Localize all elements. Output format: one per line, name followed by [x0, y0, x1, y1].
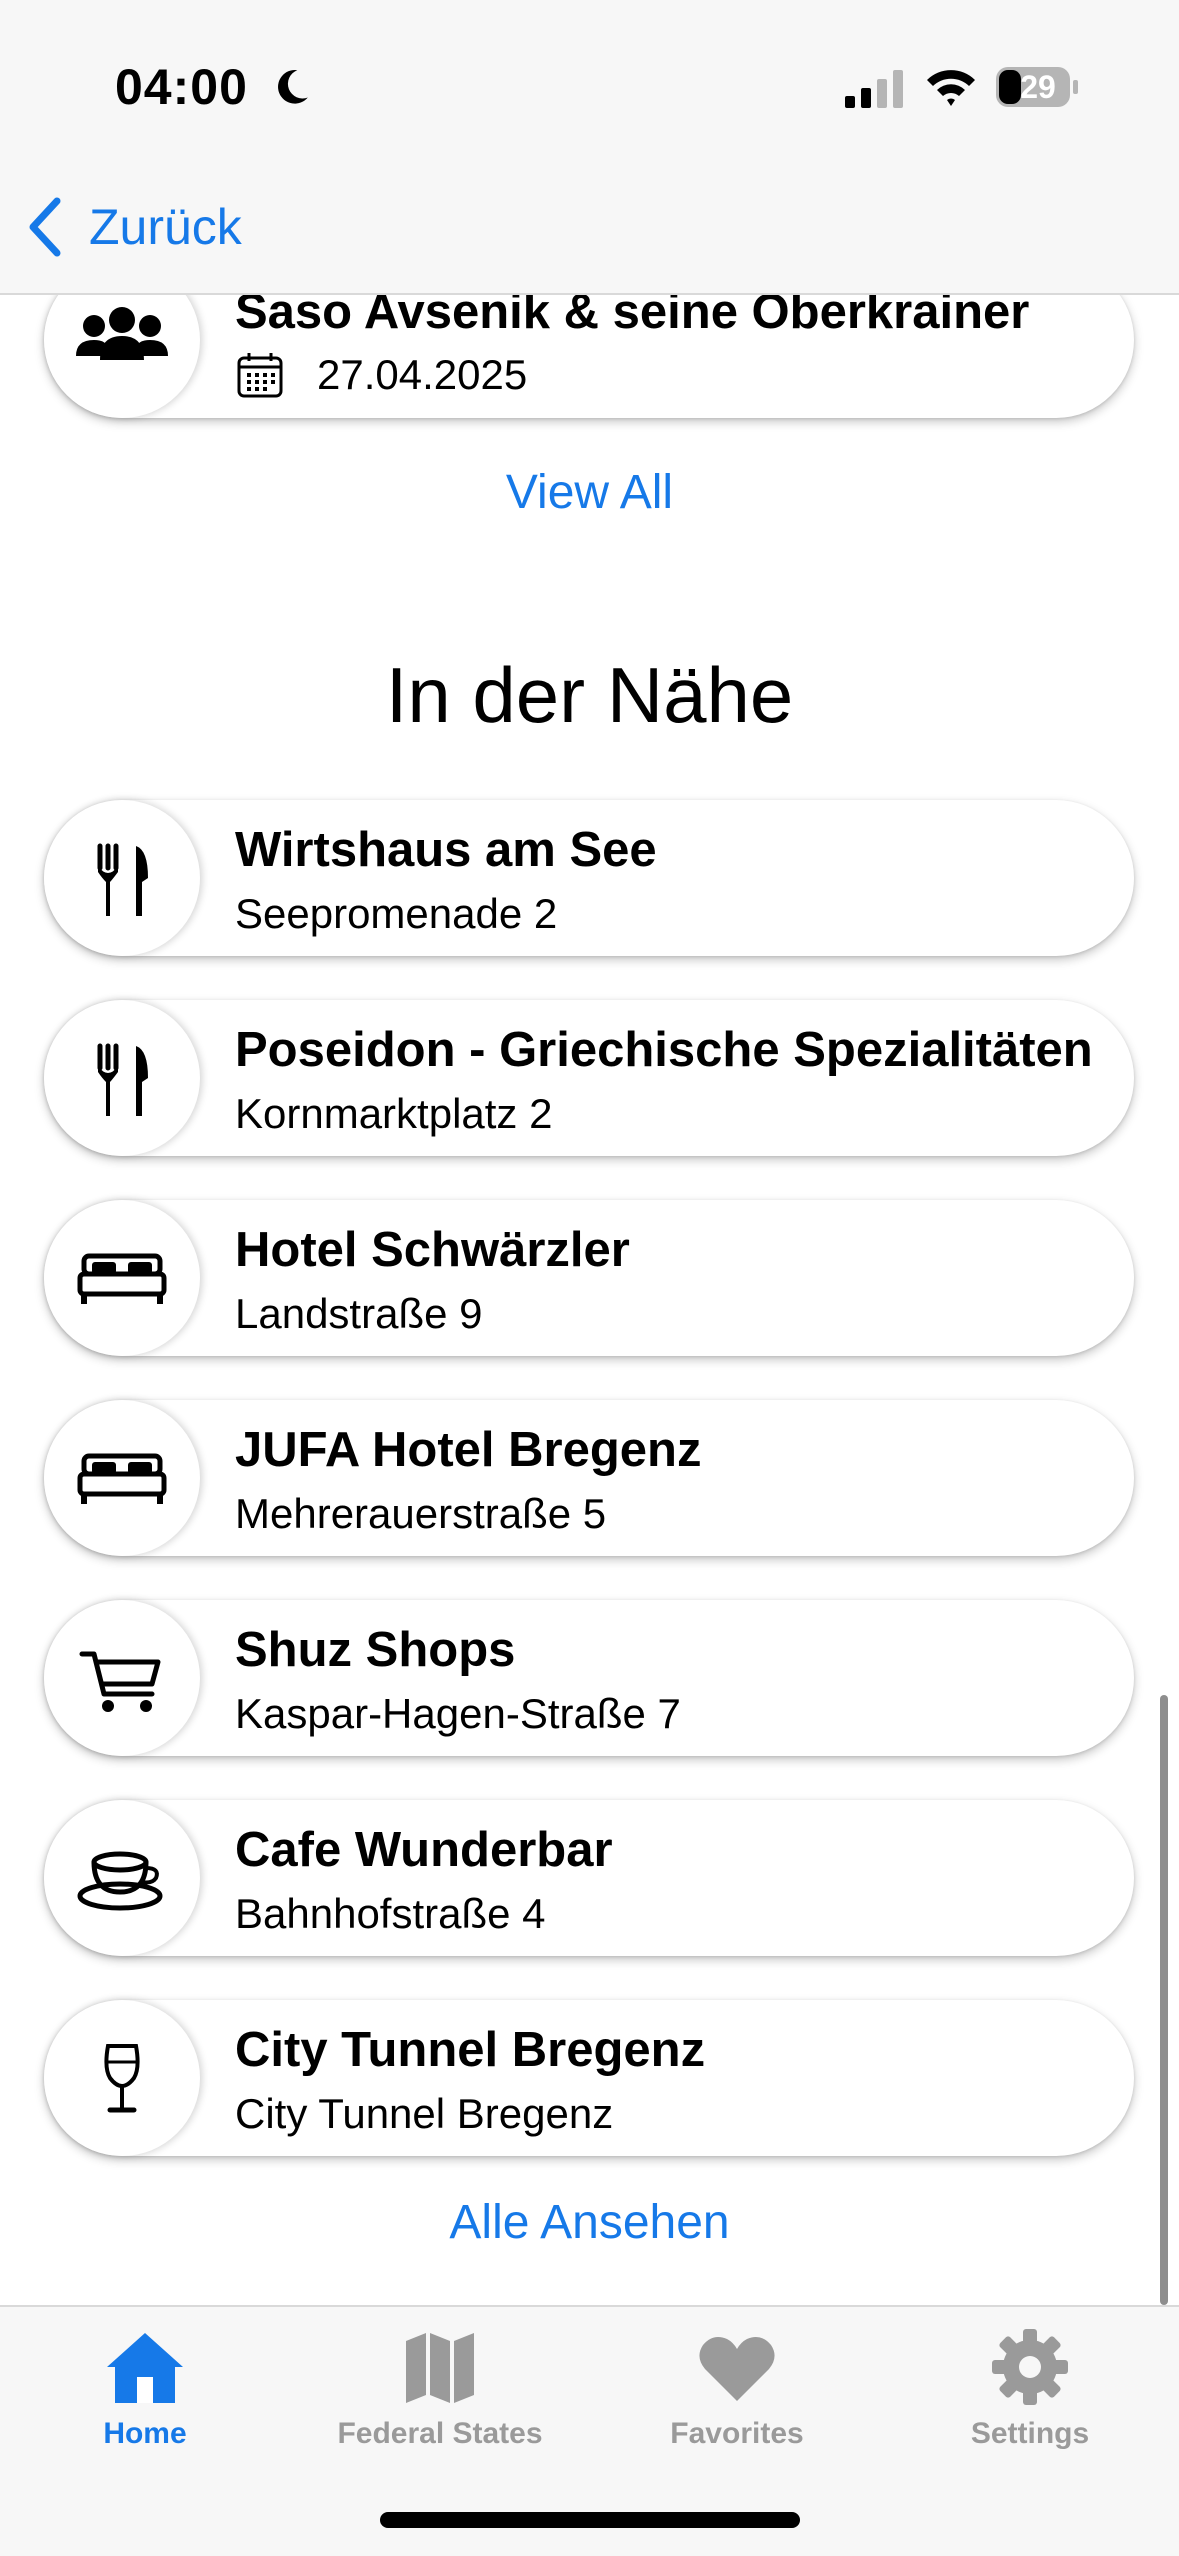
tab-favorites[interactable]: Favorites: [587, 2327, 887, 2467]
event-date: 27.04.2025: [317, 351, 528, 398]
status-time: 04:00: [115, 59, 248, 115]
nearby-item-address: Seepromenade 2: [235, 890, 558, 937]
nearby-item-title: Hotel Schwärzler: [235, 1223, 630, 1277]
tab-home-label: Home: [103, 2417, 187, 2450]
bed-icon: [77, 1253, 167, 1304]
nearby-icon-circle: [44, 1000, 200, 1156]
nearby-item-title: Shuz Shops: [235, 1623, 516, 1677]
home-indicator: [380, 2512, 800, 2528]
nearby-item-card[interactable]: Wirtshaus am See Seepromenade 2: [44, 800, 1134, 956]
tab-home[interactable]: Home: [0, 2327, 295, 2467]
fork-knife-icon: [97, 1043, 148, 1116]
nearby-item-card[interactable]: Hotel Schwärzler Landstraße 9: [44, 1200, 1134, 1356]
wifi-icon: [927, 70, 975, 106]
tab-settings-label: Settings: [970, 2417, 1090, 2450]
nearby-icon-circle: [44, 1600, 200, 1756]
nearby-item-address: Bahnhofstraße 4: [235, 1890, 546, 1937]
map-icon: [406, 2333, 474, 2403]
group-icon: [76, 307, 168, 360]
nearby-item-address: Mehrerauerstraße 5: [235, 1490, 607, 1537]
nearby-icon-circle: [44, 2000, 200, 2156]
nearby-icon-circle: [44, 1400, 200, 1556]
nearby-item-title: JUFA Hotel Bregenz: [235, 1423, 702, 1477]
nearby-item-address: Kornmarktplatz 2: [235, 1090, 553, 1137]
cart-icon: [79, 1651, 161, 1712]
nearby-item-card[interactable]: Shuz Shops Kaspar-Hagen-Straße 7: [44, 1600, 1134, 1756]
section-title-nearby: In der Nähe: [385, 651, 794, 739]
nearby-item-address: City Tunnel Bregenz: [235, 2090, 614, 2137]
wine-glass-icon: [104, 2044, 140, 2113]
coffee-cup-icon: [77, 1851, 163, 1911]
battery-level: 29: [1020, 69, 1056, 105]
tab-favorites-label: Favorites: [670, 2417, 804, 2450]
event-date-row: 27.04.2025: [235, 350, 527, 400]
navigation-bar: 04:00 29 Zurück: [0, 0, 1179, 295]
view-all-events-link[interactable]: View All: [0, 465, 1179, 520]
moon-icon: [278, 70, 308, 104]
nearby-icon-circle: [44, 1200, 200, 1356]
back-label: Zurück: [89, 199, 242, 255]
tab-federal-states-label: Federal States: [337, 2417, 543, 2450]
nearby-item-card[interactable]: City Tunnel Bregenz City Tunnel Bregenz: [44, 2000, 1134, 2156]
nearby-item-address: Landstraße 9: [235, 1290, 483, 1337]
cellular-signal-icon: [845, 70, 903, 108]
view-all-nearby-link[interactable]: Alle Ansehen: [0, 2195, 1179, 2250]
nearby-item-title: City Tunnel Bregenz: [235, 2023, 706, 2077]
nearby-item-title: Poseidon - Griechische Spezialitäten: [235, 1023, 1093, 1077]
heart-icon: [699, 2337, 775, 2401]
tab-settings[interactable]: Settings: [880, 2327, 1179, 2467]
tab-federal-states[interactable]: Federal States: [290, 2327, 590, 2467]
house-icon: [107, 2333, 183, 2403]
back-button[interactable]: Zurück: [25, 190, 242, 264]
fork-knife-icon: [97, 843, 148, 916]
bed-icon: [77, 1453, 167, 1504]
scroll-indicator: [1160, 1695, 1168, 2305]
gear-icon: [992, 2329, 1068, 2405]
nearby-item-card[interactable]: Cafe Wunderbar Bahnhofstraße 4: [44, 1800, 1134, 1956]
nearby-item-title: Cafe Wunderbar: [235, 1823, 613, 1877]
chevron-left-icon: [29, 197, 61, 257]
nearby-item-card[interactable]: Poseidon - Griechische Spezialitäten Kor…: [44, 1000, 1134, 1156]
nearby-item-card[interactable]: JUFA Hotel Bregenz Mehrerauerstraße 5: [44, 1400, 1134, 1556]
nearby-icon-circle: [44, 800, 200, 956]
nearby-icon-circle: [44, 1800, 200, 1956]
nearby-item-title: Wirtshaus am See: [235, 823, 657, 877]
nearby-item-address: Kaspar-Hagen-Straße 7: [235, 1690, 681, 1737]
calendar-icon: [237, 353, 283, 398]
